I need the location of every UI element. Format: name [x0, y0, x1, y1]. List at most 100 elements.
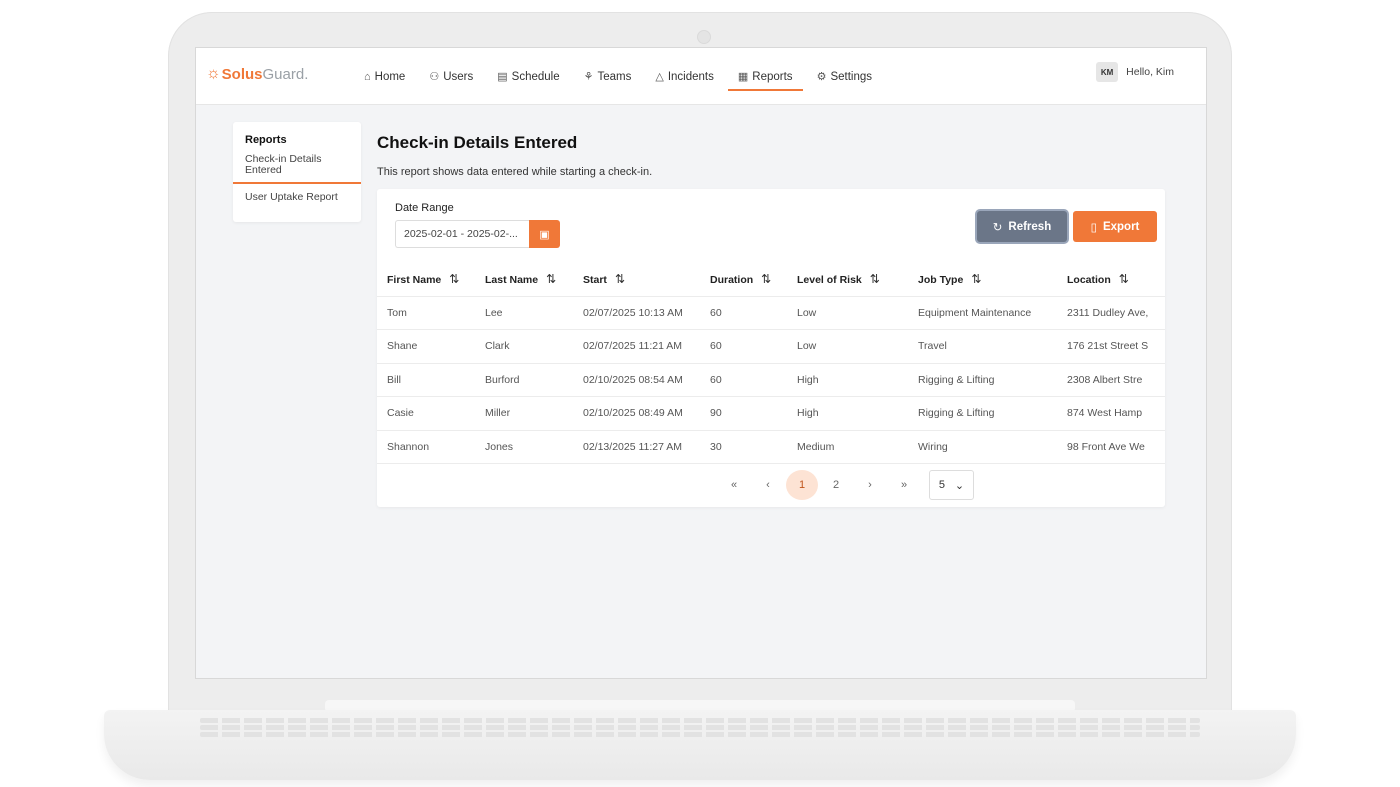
- cell-last-name: Miller: [475, 396, 573, 431]
- nav-label: Reports: [752, 70, 793, 83]
- cell-location: 98 Front Ave We: [1057, 430, 1165, 464]
- table-header-row: First Name ⇅ Last Name ⇅ Start ⇅ Duration ⇅ …: [377, 262, 1165, 297]
- report-icon: ▦: [737, 71, 749, 83]
- sort-icon[interactable]: ⇅: [870, 272, 880, 286]
- calendar-button[interactable]: ▣: [529, 220, 560, 248]
- nav-users[interactable]: ⚇ Users: [419, 48, 483, 105]
- warning-icon: △: [655, 71, 664, 83]
- nav-label: Settings: [830, 70, 872, 83]
- user-menu[interactable]: KM Hello, Kim: [1096, 62, 1174, 82]
- calendar-icon: ▣: [539, 228, 550, 241]
- cell-location: 2308 Albert Stre: [1057, 363, 1165, 397]
- export-button[interactable]: ▯ Export: [1073, 211, 1157, 242]
- sort-icon[interactable]: ⇅: [971, 272, 981, 286]
- cell-risk: Low: [787, 329, 908, 364]
- table-row[interactable]: Shannon Jones 02/13/2025 11:27 AM 30 Med…: [377, 430, 1165, 464]
- export-label: Export: [1102, 220, 1140, 233]
- table-row[interactable]: Casie Miller 02/10/2025 08:49 AM 90 High…: [377, 396, 1165, 431]
- cell-first-name: Shane: [377, 329, 475, 364]
- col-last-name[interactable]: Last Name ⇅: [475, 262, 573, 297]
- cell-risk: High: [787, 396, 908, 431]
- reports-sidebar: Reports Check-in Details Entered User Up…: [233, 122, 361, 222]
- date-range-input[interactable]: 2025-02-01 - 2025-02-...: [395, 220, 529, 248]
- cell-location: 176 21st Street S: [1057, 329, 1165, 364]
- column-label: First Name: [387, 273, 442, 286]
- col-job-type[interactable]: Job Type ⇅: [908, 262, 1057, 297]
- sidebar-item-checkin-details[interactable]: Check-in Details Entered: [233, 152, 361, 184]
- refresh-icon: ↻: [992, 221, 1003, 234]
- refresh-button[interactable]: ↻ Refresh: [977, 211, 1067, 242]
- cell-start: 02/07/2025 10:13 AM: [573, 296, 700, 330]
- sort-icon[interactable]: ⇅: [1119, 272, 1129, 286]
- cell-first-name: Casie: [377, 396, 475, 431]
- first-page-button[interactable]: «: [718, 470, 750, 500]
- users-icon: ⚇: [429, 71, 440, 83]
- nav-home[interactable]: ⌂ Home: [354, 48, 415, 105]
- cell-location: 874 West Hamp: [1057, 396, 1165, 431]
- page-1-button[interactable]: 1: [786, 470, 818, 500]
- sort-icon[interactable]: ⇅: [546, 272, 556, 286]
- cell-risk: High: [787, 363, 908, 397]
- cell-start: 02/13/2025 11:27 AM: [573, 430, 700, 464]
- pagination: « ‹ 1 2 › » 5 ⌄: [717, 470, 974, 500]
- column-label: Level of Risk: [797, 273, 862, 286]
- cell-last-name: Clark: [475, 329, 573, 364]
- nav-incidents[interactable]: △ Incidents: [645, 48, 724, 105]
- cell-start: 02/10/2025 08:54 AM: [573, 363, 700, 397]
- col-location[interactable]: Location ⇅: [1057, 262, 1165, 297]
- nav-label: Teams: [597, 70, 632, 83]
- table-row[interactable]: Tom Lee 02/07/2025 10:13 AM 60 Low Equip…: [377, 296, 1165, 330]
- cell-job-type: Equipment Maintenance: [908, 296, 1057, 330]
- col-duration[interactable]: Duration ⇅: [700, 262, 787, 297]
- cell-duration: 90: [700, 396, 787, 431]
- cell-duration: 60: [700, 296, 787, 330]
- next-page-button[interactable]: ›: [854, 470, 886, 500]
- cell-first-name: Bill: [377, 363, 475, 397]
- chevron-down-icon: ⌄: [954, 479, 965, 492]
- cell-duration: 60: [700, 329, 787, 364]
- nav-settings[interactable]: ⚙ Settings: [807, 48, 882, 105]
- table-row[interactable]: Shane Clark 02/07/2025 11:21 AM 60 Low T…: [377, 329, 1165, 364]
- sort-icon[interactable]: ⇅: [615, 272, 625, 286]
- sun-icon: ☼: [206, 65, 221, 82]
- cell-start: 02/10/2025 08:49 AM: [573, 396, 700, 431]
- prev-page-button[interactable]: ‹: [752, 470, 784, 500]
- cell-job-type: Wiring: [908, 430, 1057, 464]
- cell-risk: Medium: [787, 430, 908, 464]
- nav-label: Users: [443, 70, 474, 83]
- avatar: KM: [1096, 62, 1119, 82]
- sidebar-item-user-uptake[interactable]: User Uptake Report: [233, 184, 361, 210]
- col-risk[interactable]: Level of Risk ⇅: [787, 262, 908, 297]
- cell-risk: Low: [787, 296, 908, 330]
- column-label: Start: [583, 273, 607, 286]
- cell-duration: 30: [700, 430, 787, 464]
- page-title: Check-in Details Entered: [377, 133, 578, 152]
- refresh-label: Refresh: [1008, 220, 1052, 233]
- nav-reports[interactable]: ▦ Reports: [727, 48, 803, 105]
- sort-icon[interactable]: ⇅: [761, 272, 771, 286]
- page-size-select[interactable]: 5 ⌄: [929, 470, 974, 500]
- camera-icon: [697, 30, 711, 44]
- sort-icon[interactable]: ⇅: [449, 272, 459, 286]
- nav-teams[interactable]: ⚘ Teams: [574, 48, 642, 105]
- nav-schedule[interactable]: ▤ Schedule: [487, 48, 569, 105]
- brand-logo[interactable]: ☼ Solus Guard.: [206, 65, 308, 83]
- col-start[interactable]: Start ⇅: [573, 262, 700, 297]
- cell-duration: 60: [700, 363, 787, 397]
- sidebar-title: Reports: [245, 134, 287, 146]
- top-navbar: ☼ Solus Guard. ⌂ Home ⚇ Users ▤ Schedule…: [196, 48, 1206, 105]
- brand-name-part2: Guard.: [262, 65, 309, 83]
- page-2-button[interactable]: 2: [820, 470, 852, 500]
- date-range-label: Date Range: [395, 202, 454, 214]
- cell-last-name: Jones: [475, 430, 573, 464]
- column-label: Job Type: [918, 273, 964, 286]
- cell-first-name: Shannon: [377, 430, 475, 464]
- table-row[interactable]: Bill Burford 02/10/2025 08:54 AM 60 High…: [377, 363, 1165, 397]
- col-first-name[interactable]: First Name ⇅: [377, 262, 475, 297]
- last-page-button[interactable]: »: [888, 470, 920, 500]
- page-description: This report shows data entered while sta…: [377, 166, 653, 178]
- home-icon: ⌂: [364, 70, 371, 83]
- column-label: Last Name: [485, 273, 539, 286]
- app-screen: ☼ Solus Guard. ⌂ Home ⚇ Users ▤ Schedule…: [196, 48, 1206, 678]
- user-greeting: Hello, Kim: [1126, 66, 1174, 78]
